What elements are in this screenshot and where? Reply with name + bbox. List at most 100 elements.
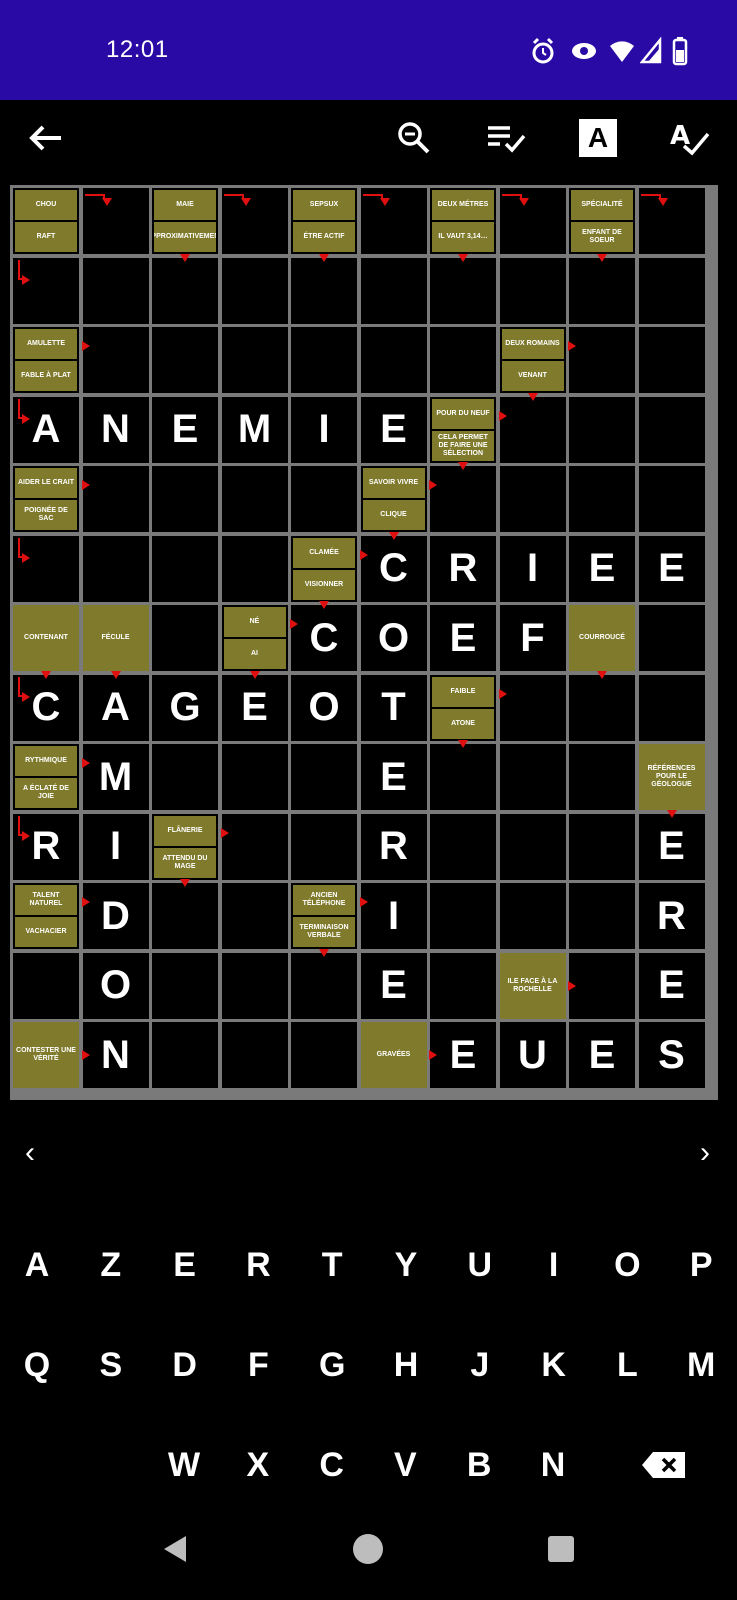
grid-cell[interactable] bbox=[221, 327, 288, 393]
key-o[interactable]: O bbox=[597, 1235, 657, 1295]
clue-box[interactable]: AMULETTE bbox=[15, 329, 77, 359]
grid-cell[interactable] bbox=[152, 605, 218, 671]
clue-box[interactable]: NÉ bbox=[223, 607, 286, 637]
clue-box[interactable]: CHOU bbox=[15, 190, 77, 220]
grid-cell[interactable] bbox=[291, 257, 357, 324]
key-b[interactable]: B bbox=[449, 1435, 509, 1495]
grid-cell[interactable] bbox=[221, 1022, 288, 1088]
clue-box[interactable]: CONTESTER UNE VÉRITÉ bbox=[13, 1022, 79, 1088]
key-f[interactable]: F bbox=[228, 1335, 288, 1395]
grid-cell[interactable] bbox=[499, 396, 566, 463]
grid-cell[interactable] bbox=[291, 466, 357, 532]
grid-cell[interactable] bbox=[221, 744, 288, 810]
grid-cell[interactable] bbox=[430, 466, 496, 532]
grid-cell[interactable] bbox=[430, 952, 496, 1019]
clue-box[interactable]: APPROXIMATIVEMENT bbox=[154, 222, 216, 252]
grid-cell[interactable] bbox=[569, 466, 635, 532]
clue-box[interactable]: TERMINAISON VERBALE bbox=[293, 917, 355, 947]
grid-cell[interactable] bbox=[499, 883, 566, 949]
key-g[interactable]: G bbox=[302, 1335, 362, 1395]
clue-box[interactable]: FABLE À PLAT bbox=[15, 361, 77, 391]
grid-cell[interactable] bbox=[430, 257, 496, 324]
grid-cell[interactable] bbox=[221, 466, 288, 532]
clue-box[interactable]: IL VAUT 3,14… bbox=[432, 222, 494, 252]
grid-cell[interactable] bbox=[499, 744, 566, 810]
clue-box[interactable]: MAIE bbox=[154, 190, 216, 220]
grid-cell[interactable] bbox=[221, 535, 288, 602]
system-back-button[interactable] bbox=[160, 1534, 190, 1564]
grid-cell[interactable] bbox=[82, 535, 149, 602]
grid-cell[interactable] bbox=[82, 327, 149, 393]
prev-clue-button[interactable]: ‹ bbox=[10, 1136, 50, 1170]
clue-box[interactable]: FLÂNERIE bbox=[154, 815, 216, 846]
clue-box[interactable]: CLAMÉE bbox=[293, 537, 355, 568]
key-d[interactable]: D bbox=[155, 1335, 215, 1395]
clue-box[interactable]: COURROUCÉ bbox=[569, 605, 635, 671]
clue-box[interactable]: FAIBLE bbox=[432, 676, 494, 707]
clue-box[interactable]: SAVOIR VIVRE bbox=[362, 468, 425, 498]
key-w[interactable]: W bbox=[154, 1435, 214, 1495]
key-p[interactable]: P bbox=[671, 1235, 731, 1295]
clue-box[interactable]: ATTENDU DU MAGE bbox=[154, 847, 216, 878]
grid-cell[interactable] bbox=[221, 813, 288, 880]
grid-cell[interactable] bbox=[360, 327, 427, 393]
system-recents-button[interactable] bbox=[546, 1534, 576, 1564]
clue-box[interactable]: FÉCULE bbox=[82, 605, 149, 671]
grid-cell[interactable] bbox=[291, 327, 357, 393]
clue-box[interactable]: VACHACIER bbox=[15, 917, 77, 947]
key-a[interactable]: A bbox=[7, 1235, 67, 1295]
clue-box[interactable]: ENFANT DE SOEUR bbox=[571, 222, 633, 252]
clue-box[interactable]: AIDER LE CRAIT bbox=[15, 468, 77, 498]
grid-cell[interactable] bbox=[569, 813, 635, 880]
clue-box[interactable]: CLIQUE bbox=[362, 500, 425, 530]
grid-cell[interactable] bbox=[569, 883, 635, 949]
grid-cell[interactable] bbox=[221, 257, 288, 324]
clue-box[interactable]: ÉTRE ACTIF bbox=[293, 222, 355, 252]
grid-cell[interactable] bbox=[221, 883, 288, 949]
key-q[interactable]: Q bbox=[7, 1335, 67, 1395]
grid-cell[interactable] bbox=[430, 744, 496, 810]
clue-box[interactable]: RÉFÉRENCES POUR LE GÉOLOGUE bbox=[638, 744, 705, 810]
clue-box[interactable]: A ÉCLATÉ DE JOIE bbox=[15, 778, 77, 808]
grid-cell[interactable] bbox=[638, 396, 705, 463]
key-y[interactable]: Y bbox=[376, 1235, 436, 1295]
grid-cell[interactable] bbox=[430, 327, 496, 393]
grid-cell[interactable] bbox=[291, 744, 357, 810]
clue-box[interactable]: CONTENANT bbox=[13, 605, 79, 671]
key-u[interactable]: U bbox=[450, 1235, 510, 1295]
back-button[interactable] bbox=[20, 112, 72, 164]
grid-cell[interactable] bbox=[152, 1022, 218, 1088]
grid-cell[interactable] bbox=[569, 952, 635, 1019]
key-r[interactable]: R bbox=[228, 1235, 288, 1295]
grid-cell[interactable] bbox=[638, 466, 705, 532]
clue-box[interactable]: ILE FACE À LA ROCHELLE bbox=[499, 952, 566, 1019]
grid-cell[interactable] bbox=[82, 466, 149, 532]
key-t[interactable]: T bbox=[302, 1235, 362, 1295]
clue-box[interactable]: RYTHMIQUE bbox=[15, 746, 77, 776]
grid-cell[interactable] bbox=[82, 257, 149, 324]
key-h[interactable]: H bbox=[376, 1335, 436, 1395]
key-i[interactable]: I bbox=[524, 1235, 584, 1295]
check-list-button[interactable] bbox=[480, 112, 532, 164]
grid-cell[interactable] bbox=[152, 466, 218, 532]
grid-cell[interactable] bbox=[430, 883, 496, 949]
clue-box[interactable]: POIGNÉE DE SAC bbox=[15, 500, 77, 530]
grid-cell[interactable] bbox=[499, 466, 566, 532]
grid-cell[interactable] bbox=[152, 327, 218, 393]
spellcheck-button[interactable]: A bbox=[664, 112, 716, 164]
grid-cell[interactable] bbox=[291, 813, 357, 880]
clue-box[interactable]: GRAVÉES bbox=[360, 1022, 427, 1088]
grid-cell[interactable] bbox=[638, 257, 705, 324]
key-x[interactable]: X bbox=[228, 1435, 288, 1495]
grid-cell[interactable] bbox=[499, 674, 566, 741]
system-home-button[interactable] bbox=[350, 1534, 386, 1570]
key-e[interactable]: E bbox=[155, 1235, 215, 1295]
key-v[interactable]: V bbox=[375, 1435, 435, 1495]
grid-cell[interactable] bbox=[152, 952, 218, 1019]
grid-cell[interactable] bbox=[569, 396, 635, 463]
grid-cell[interactable] bbox=[152, 883, 218, 949]
backspace-key[interactable] bbox=[634, 1435, 694, 1495]
grid-cell[interactable] bbox=[152, 257, 218, 324]
grid-cell[interactable] bbox=[569, 674, 635, 741]
clue-box[interactable]: AI bbox=[223, 639, 286, 669]
